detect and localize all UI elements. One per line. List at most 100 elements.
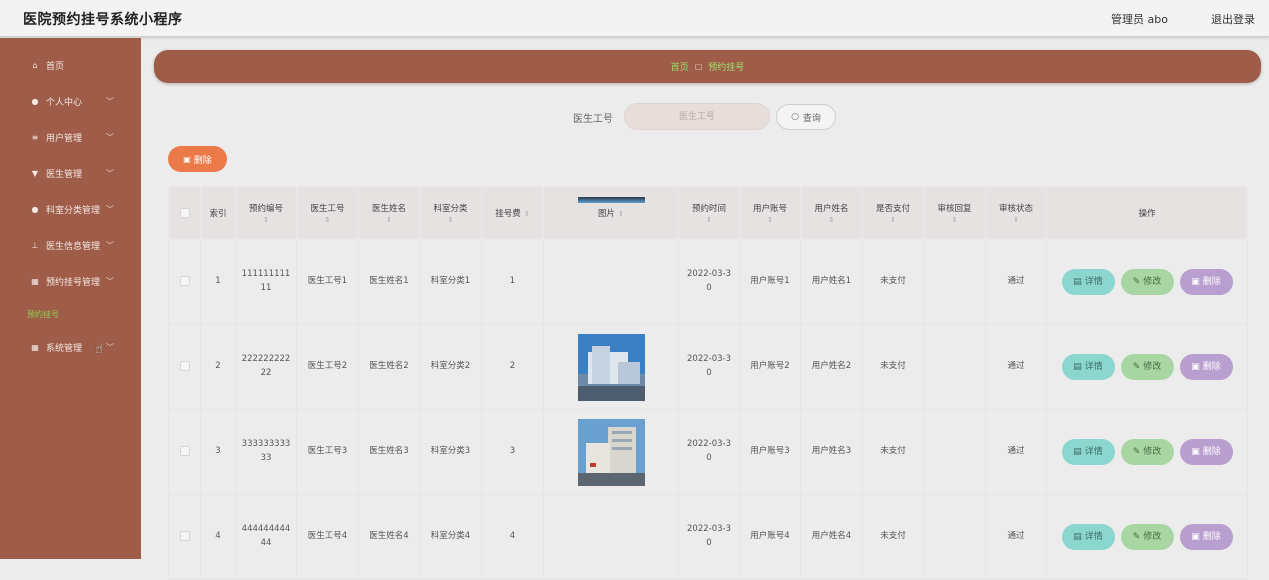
pencil-icon: ✎: [1132, 446, 1141, 457]
sort-icon[interactable]: ⇕: [299, 216, 356, 224]
time-line1: 2022-03-3: [687, 439, 731, 450]
sidebar-item-label: 首页: [46, 61, 65, 72]
delete-button[interactable]: ▣ 删除: [1179, 354, 1233, 380]
cell-image: [543, 324, 679, 410]
batch-delete-label: 删除: [193, 155, 212, 166]
time-line1: 2022-03-3: [687, 524, 731, 535]
col-fee[interactable]: 挂号费 ⇕: [481, 186, 544, 240]
time-line1: 2022-03-3: [687, 354, 731, 365]
table-header-row: 索引 预约编号 ⇕ 医生工号 ⇕ 医生姓名 ⇕ 科室分类 ⇕ 挂号费 ⇕ 图片 ⇕ 预约时间…: [168, 186, 1248, 240]
col-doctor-id[interactable]: 医生工号 ⇕: [296, 186, 359, 240]
cell-paid: 未支付: [862, 324, 924, 410]
sidebar-item-personal-center[interactable]: ● 个人中心 ﹀: [0, 88, 141, 114]
query-button[interactable]: ○ 查询: [776, 104, 836, 130]
col-booking-no[interactable]: 预约编号 ⇕: [235, 186, 297, 240]
sort-icon[interactable]: ⇕: [681, 216, 737, 224]
edit-button[interactable]: ✎ 修改: [1120, 269, 1174, 295]
col-doctor-name[interactable]: 医生姓名 ⇕: [358, 186, 420, 240]
cell-paid: 未支付: [862, 239, 924, 325]
cell-review-reply: [923, 239, 986, 325]
cell-review-status: 通过: [985, 494, 1047, 580]
delete-button[interactable]: ▣ 删除: [1179, 439, 1233, 465]
breadcrumb-home[interactable]: 首页: [671, 60, 689, 73]
col-user-name[interactable]: 用户姓名 ⇕: [800, 186, 863, 240]
booking-no-line1: 111111111: [241, 269, 291, 280]
edit-label: 修改: [1143, 446, 1162, 457]
doctor-id-search-input[interactable]: [624, 103, 770, 130]
row-checkbox[interactable]: [179, 445, 190, 456]
pencil-icon: ✎: [1132, 276, 1141, 287]
table-row: 4 444444444 44 医生工号4 医生姓名4 科室分类4 4 2022-0…: [168, 494, 1248, 580]
sidebar-item-doctor-info-management[interactable]: ⊥ 医生信息管理 ﹀: [0, 232, 141, 258]
col-actions: 操作: [1046, 186, 1248, 240]
batch-delete-button[interactable]: ▣ 删除: [168, 146, 227, 172]
cell-user-name: 用户姓名4: [800, 494, 863, 580]
row-checkbox[interactable]: [179, 360, 190, 371]
detail-button[interactable]: ▤ 详情: [1061, 524, 1115, 550]
cell-paid: 未支付: [862, 494, 924, 580]
booking-no-line2: 11: [260, 283, 272, 293]
delete-label: 删除: [1202, 276, 1221, 287]
col-paid[interactable]: 是否支付 ⇕: [862, 186, 924, 240]
sidebar-item-label: 个人中心: [46, 97, 83, 108]
hospital-image: [577, 197, 645, 204]
sidebar-subitem-appointment[interactable]: 预约挂号: [27, 309, 59, 320]
logout-link[interactable]: 退出登录: [1211, 11, 1255, 27]
detail-button[interactable]: ▤ 详情: [1061, 354, 1115, 380]
sort-icon[interactable]: ⇕: [422, 216, 479, 224]
col-user-account[interactable]: 用户账号 ⇕: [739, 186, 801, 240]
select-all-checkbox[interactable]: [179, 207, 190, 218]
booking-no-line2: 33: [260, 453, 272, 463]
col-review-reply[interactable]: 审核回复 ⇕: [923, 186, 986, 240]
sidebar-item-home[interactable]: ⌂ 首页: [0, 52, 141, 78]
person-icon: ●: [31, 204, 39, 214]
col-time[interactable]: 预约时间 ⇕: [678, 186, 740, 240]
cell-user-name: 用户姓名3: [800, 409, 863, 495]
cell-booking-no: 333333333 33: [235, 409, 297, 495]
sort-icon[interactable]: ⇕: [361, 216, 417, 224]
sidebar-item-appointment-management[interactable]: ▦ 预约挂号管理 ﹀: [0, 268, 141, 294]
detail-label: 详情: [1084, 361, 1103, 372]
sidebar: ⌂ 首页 ● 个人中心 ﹀ ≡ 用户管理 ﹀ ▼ 医生管理 ﹀ ● 科室分类管理…: [0, 38, 141, 559]
cell-doctor-id: 医生工号1: [296, 239, 359, 325]
cell-booking-no: 111111111 11: [235, 239, 297, 325]
col-review-status-label: 审核状态: [998, 204, 1033, 214]
chevron-down-icon: ﹀: [106, 240, 114, 250]
cell-doctor-id: 医生工号4: [296, 494, 359, 580]
sort-icon[interactable]: ⇕: [618, 210, 624, 218]
detail-button[interactable]: ▤ 详情: [1061, 269, 1115, 295]
delete-button[interactable]: ▣ 删除: [1179, 269, 1233, 295]
sort-icon[interactable]: ⇕: [865, 216, 921, 224]
edit-button[interactable]: ✎ 修改: [1120, 524, 1174, 550]
cell-fee: 3: [481, 409, 544, 495]
sidebar-item-doctor-management[interactable]: ▼ 医生管理 ﹀: [0, 160, 141, 186]
col-actions-label: 操作: [1138, 209, 1156, 219]
row-checkbox[interactable]: [179, 530, 190, 541]
col-booking-no-label: 预约编号: [248, 204, 283, 214]
sort-icon[interactable]: ⇕: [926, 216, 983, 224]
cell-index: 1: [200, 239, 236, 325]
detail-button[interactable]: ▤ 详情: [1061, 439, 1115, 465]
pencil-icon: ✎: [1132, 361, 1141, 372]
sidebar-item-system-management[interactable]: ▦ 系统管理 ﹀: [0, 334, 141, 360]
cell-image: [543, 494, 679, 580]
col-image[interactable]: 图片 ⇕: [543, 186, 679, 240]
chevron-down-icon: ﹀: [106, 168, 114, 178]
cell-fee: 4: [481, 494, 544, 580]
col-review-status[interactable]: 审核状态 ⇕: [985, 186, 1047, 240]
col-department[interactable]: 科室分类 ⇕: [419, 186, 482, 240]
sort-icon[interactable]: ⇕: [238, 216, 294, 224]
delete-button[interactable]: ▣ 删除: [1179, 524, 1233, 550]
sidebar-item-user-management[interactable]: ≡ 用户管理 ﹀: [0, 124, 141, 150]
sort-icon[interactable]: ⇕: [524, 210, 530, 218]
cell-user-name: 用户姓名1: [800, 239, 863, 325]
cell-doctor-name: 医生姓名4: [358, 494, 420, 580]
edit-button[interactable]: ✎ 修改: [1120, 439, 1174, 465]
sort-icon[interactable]: ⇕: [988, 216, 1044, 224]
edit-button[interactable]: ✎ 修改: [1120, 354, 1174, 380]
row-checkbox[interactable]: [179, 275, 190, 286]
sidebar-item-department-management[interactable]: ● 科室分类管理 ﹀: [0, 196, 141, 222]
sort-icon[interactable]: ⇕: [803, 216, 860, 224]
query-button-label: 查询: [802, 113, 821, 124]
sort-icon[interactable]: ⇕: [742, 216, 798, 224]
